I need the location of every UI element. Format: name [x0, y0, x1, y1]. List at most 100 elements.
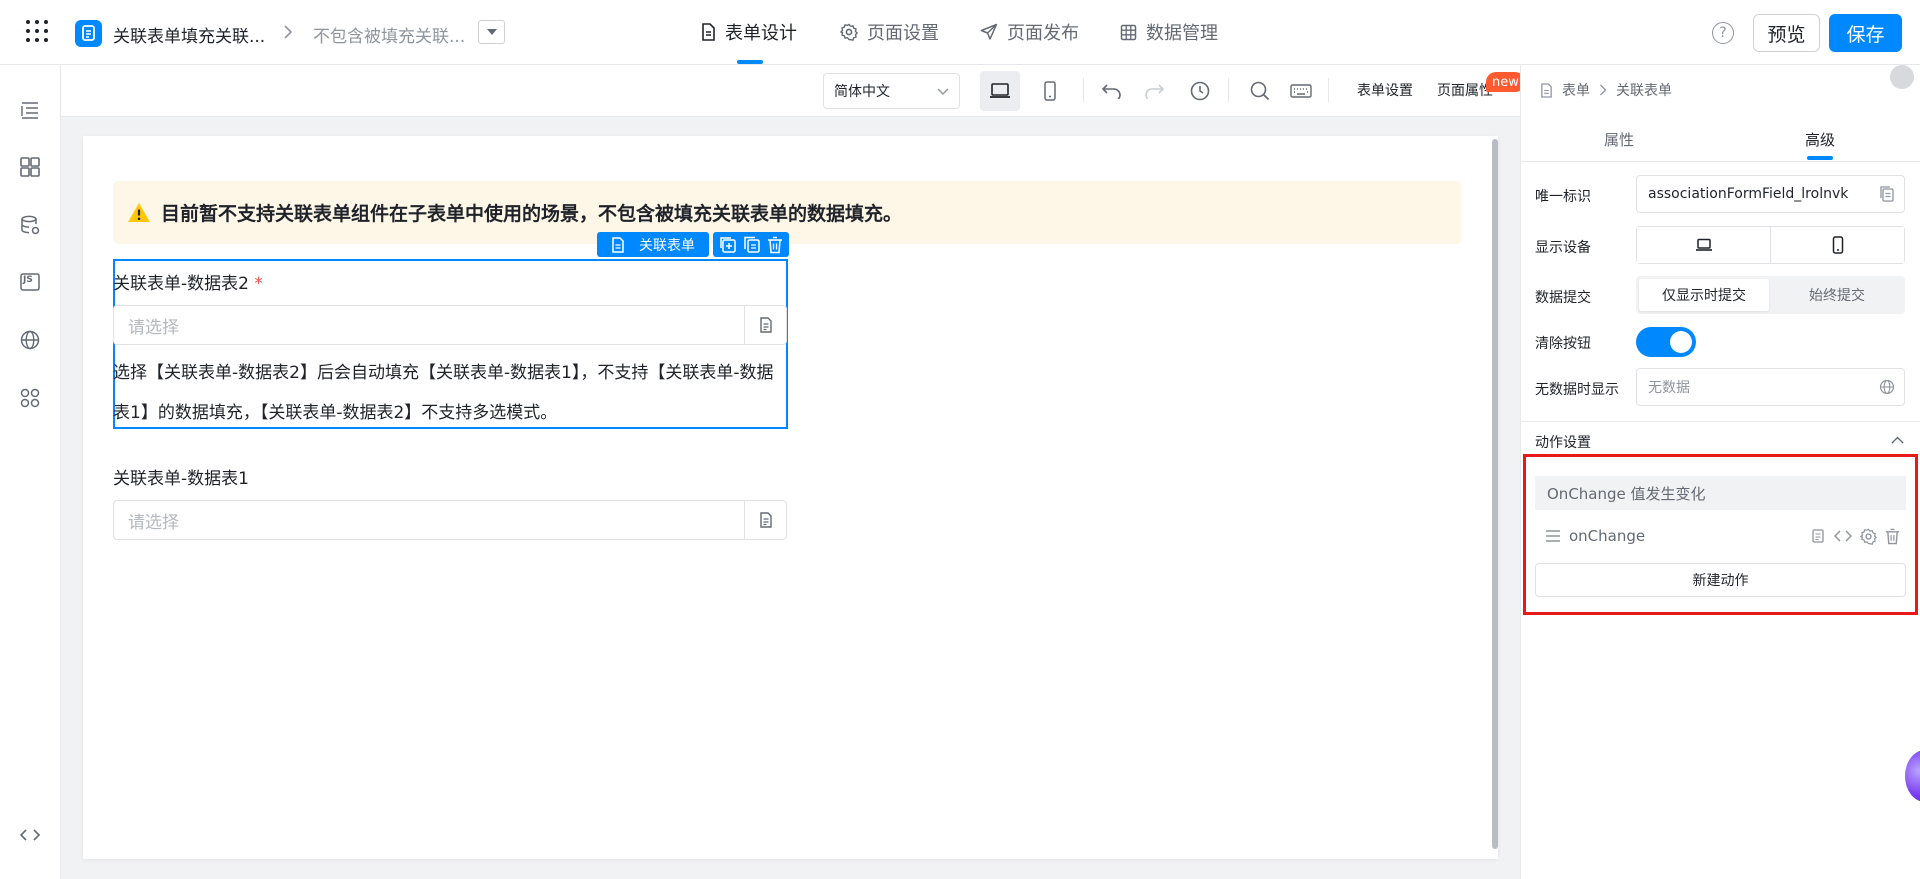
new-action-button[interactable]: 新建动作	[1535, 563, 1906, 597]
form-picker-icon[interactable]	[744, 306, 786, 344]
form-picker-icon[interactable]	[744, 501, 786, 539]
divider	[1521, 161, 1920, 162]
association-form-select[interactable]: 请选择	[113, 500, 787, 540]
trash-icon[interactable]	[1885, 528, 1900, 545]
js-label: JS	[23, 275, 33, 285]
globe-icon[interactable]	[1870, 379, 1904, 395]
clear-button-switch[interactable]	[1636, 327, 1696, 357]
undo-icon[interactable]	[1099, 78, 1125, 104]
empty-display-label: 无数据时显示	[1535, 382, 1619, 398]
canvas-scrollbar[interactable]	[1492, 139, 1498, 849]
language-value: 简体中文	[834, 84, 890, 100]
action-settings-title[interactable]: 动作设置	[1535, 432, 1591, 452]
tab-label: 页面设置	[867, 23, 939, 44]
empty-display-input[interactable]: 无数据	[1636, 368, 1905, 406]
copy-icon[interactable]	[1870, 186, 1904, 202]
js-code-icon[interactable]: JS	[17, 269, 43, 295]
warning-text: 目前暂不支持关联表单组件在子表单中使用的场景，不包含被填充关联表单的数据填充。	[161, 203, 903, 225]
desktop-view-button[interactable]	[980, 71, 1020, 111]
unique-id-label: 唯一标识	[1535, 189, 1591, 205]
field-label-text: 关联表单-数据表1	[113, 469, 249, 489]
display-device-label: 显示设备	[1535, 240, 1591, 256]
unique-id-field[interactable]: associationFormField_lrolnvk	[1636, 175, 1905, 213]
avatar[interactable]	[1890, 65, 1914, 89]
app-launcher-icon[interactable]	[26, 20, 48, 42]
grid-table-icon	[1120, 24, 1137, 40]
device-mobile-option[interactable]	[1771, 227, 1904, 263]
document-icon	[612, 236, 624, 253]
history-clock-icon[interactable]	[1187, 78, 1213, 104]
page-name[interactable]: 不包含被填充关联...	[313, 22, 465, 47]
laptop-icon	[990, 83, 1010, 98]
component-grid-icon[interactable]	[17, 154, 43, 180]
copy-icon[interactable]	[743, 236, 761, 254]
tab-properties[interactable]: 属性	[1604, 129, 1634, 150]
app-name[interactable]: 关联表单填充关联...	[113, 22, 265, 47]
selected-component-tag[interactable]: 关联表单	[597, 232, 709, 257]
globe-icon[interactable]	[17, 327, 43, 353]
page-switch-dropdown-button[interactable]	[478, 20, 505, 44]
event-action-row[interactable]: onChange	[1535, 516, 1906, 556]
display-device-toggle	[1636, 226, 1905, 264]
laptop-icon	[1695, 238, 1712, 251]
outline-list-icon[interactable]	[17, 97, 43, 123]
chevron-right-icon	[284, 25, 293, 39]
drag-handle-icon[interactable]	[1545, 529, 1561, 543]
empty-display-placeholder: 无数据	[1648, 380, 1690, 396]
breadcrumb: 表单 关联表单	[1540, 80, 1672, 100]
document-icon[interactable]	[1810, 528, 1826, 544]
association-form-select[interactable]: 请选择	[113, 305, 787, 345]
chevron-right-icon	[1600, 84, 1607, 96]
save-button[interactable]: 保存	[1829, 14, 1902, 52]
tab-label: 页面发布	[1007, 23, 1079, 44]
tab-page-settings[interactable]: 页面设置	[840, 0, 939, 64]
active-tab-indicator	[737, 60, 763, 64]
data-source-icon[interactable]	[17, 212, 43, 238]
mobile-icon	[1044, 81, 1056, 101]
code-icon[interactable]	[1834, 529, 1852, 543]
trash-icon[interactable]	[767, 236, 783, 254]
mobile-view-button[interactable]	[1030, 71, 1070, 111]
tab-form-design[interactable]: 表单设计	[700, 0, 797, 64]
tab-label: 数据管理	[1146, 23, 1218, 44]
preview-button[interactable]: 预览	[1753, 14, 1820, 52]
divider	[1521, 421, 1920, 422]
code-brackets-icon[interactable]	[17, 822, 43, 848]
search-icon[interactable]	[1247, 78, 1273, 104]
required-mark: *	[254, 274, 263, 294]
help-icon[interactable]: ?	[1712, 22, 1734, 44]
tab-page-publish[interactable]: 页面发布	[980, 0, 1079, 64]
field-label-text: 关联表单-数据表2	[113, 274, 249, 294]
select-placeholder: 请选择	[128, 512, 179, 533]
event-action-name: onChange	[1569, 527, 1646, 545]
left-rail	[0, 65, 61, 879]
device-desktop-option[interactable]	[1637, 227, 1771, 263]
language-select[interactable]: 简体中文	[823, 73, 960, 109]
caret-down-icon	[486, 29, 497, 35]
tab-label: 表单设计	[725, 23, 797, 44]
field-label: 关联表单-数据表1	[113, 464, 249, 489]
submit-option-always[interactable]: 始终提交	[1772, 279, 1902, 311]
add-sibling-icon[interactable]	[719, 236, 737, 254]
redo-icon[interactable]	[1141, 78, 1167, 104]
active-tab-indicator	[1807, 156, 1833, 160]
breadcrumb-item[interactable]: 表单	[1562, 80, 1590, 100]
chevron-down-icon	[937, 88, 949, 95]
form-settings-link[interactable]: 表单设置	[1357, 80, 1413, 100]
chevron-up-icon[interactable]	[1891, 436, 1904, 444]
field-help-text: 选择【关联表单-数据表2】后会自动填充【关联表单-数据表1】，不支持【关联表单-…	[113, 363, 774, 423]
apps-icon[interactable]	[17, 385, 43, 411]
selected-component-name: 关联表单	[639, 237, 695, 254]
event-header: OnChange 值发生变化	[1535, 476, 1906, 510]
keyboard-icon[interactable]	[1288, 78, 1314, 104]
gear-icon[interactable]	[1860, 528, 1877, 545]
submit-option-visible-only[interactable]: 仅显示时提交	[1639, 279, 1769, 311]
send-icon	[980, 23, 998, 40]
gear-icon	[840, 23, 858, 41]
app-logo-icon	[75, 20, 102, 47]
toolbar-divider	[1228, 78, 1229, 102]
page-properties-link[interactable]: 页面属性	[1437, 80, 1493, 100]
tab-data-management[interactable]: 数据管理	[1120, 0, 1218, 64]
document-icon	[702, 23, 715, 41]
tab-advanced[interactable]: 高级	[1805, 129, 1835, 150]
